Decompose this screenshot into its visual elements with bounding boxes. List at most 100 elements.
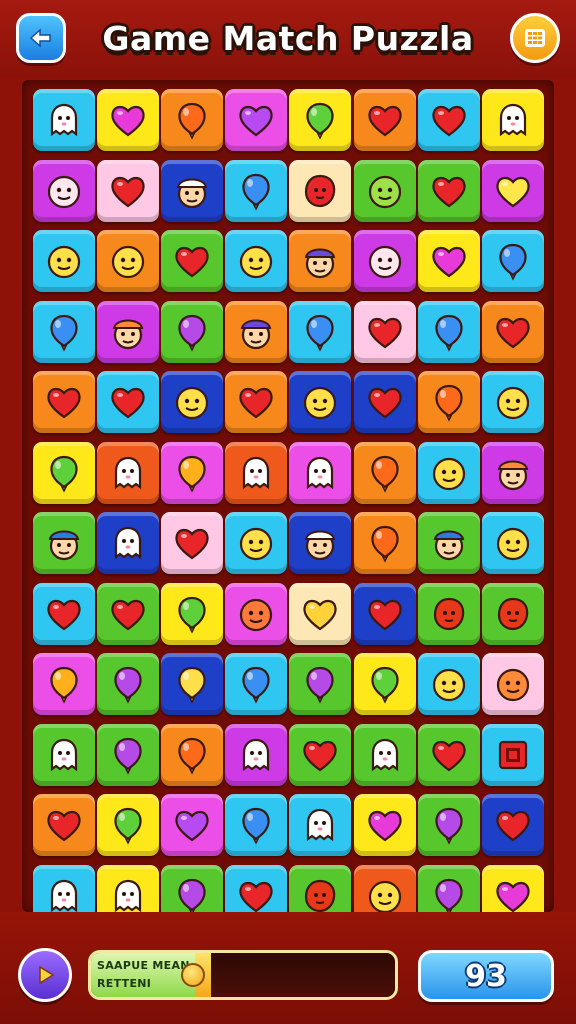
tile-balloon[interactable] xyxy=(225,794,288,856)
tile-balloon[interactable] xyxy=(33,653,95,715)
face-icon xyxy=(491,380,535,424)
tile-face[interactable] xyxy=(33,230,95,292)
tile-balloon[interactable] xyxy=(97,653,160,715)
tile-balloon[interactable] xyxy=(353,441,416,504)
tile-face[interactable] xyxy=(289,371,352,433)
tile-heart[interactable] xyxy=(481,794,544,856)
tile-ghost[interactable] xyxy=(289,441,352,504)
tile-heart[interactable] xyxy=(97,159,160,222)
tile-heart[interactable] xyxy=(353,582,416,645)
tile-heart[interactable] xyxy=(161,794,224,856)
tile-heart[interactable] xyxy=(353,794,416,856)
tile-face[interactable] xyxy=(33,159,95,222)
tile-heart[interactable] xyxy=(225,89,288,151)
tile-heart[interactable] xyxy=(289,723,352,786)
menu-button[interactable] xyxy=(510,13,560,63)
play-button[interactable] xyxy=(18,948,72,1002)
tile-ghost[interactable] xyxy=(97,441,160,504)
tile-face[interactable] xyxy=(161,371,224,433)
balloon-icon xyxy=(363,662,407,706)
tile-ghost[interactable] xyxy=(353,723,416,786)
tile-balloon[interactable] xyxy=(289,653,352,715)
tile-heart[interactable] xyxy=(289,582,352,645)
tile-heart[interactable] xyxy=(353,371,416,433)
tile-balloon[interactable] xyxy=(33,300,95,363)
tile-balloon[interactable] xyxy=(97,723,160,786)
tile-heart[interactable] xyxy=(353,300,416,363)
tile-ghost[interactable] xyxy=(225,723,288,786)
score-box: 93 xyxy=(418,950,554,1002)
tile-balloon[interactable] xyxy=(353,653,416,715)
tile-balloon[interactable] xyxy=(417,371,480,433)
tile-heart[interactable] xyxy=(481,300,544,363)
tile-character[interactable] xyxy=(97,300,160,363)
tile-character[interactable] xyxy=(481,441,544,504)
tile-face[interactable] xyxy=(417,653,480,715)
tile-balloon[interactable] xyxy=(97,794,160,856)
tile-character[interactable] xyxy=(289,512,352,574)
tile-blob[interactable] xyxy=(289,159,352,222)
tile-heart[interactable] xyxy=(97,582,160,645)
tile-face[interactable] xyxy=(353,159,416,222)
tile-heart[interactable] xyxy=(33,794,95,856)
tile-balloon[interactable] xyxy=(417,300,480,363)
tile-ghost[interactable] xyxy=(289,794,352,856)
tile-heart[interactable] xyxy=(353,89,416,151)
tile-face[interactable] xyxy=(225,512,288,574)
tile-ghost[interactable] xyxy=(97,512,160,574)
score-value: 93 xyxy=(465,958,507,994)
tile-heart[interactable] xyxy=(33,582,95,645)
tile-face[interactable] xyxy=(481,371,544,433)
tile-character[interactable] xyxy=(289,230,352,292)
tile-ghost[interactable] xyxy=(225,441,288,504)
tile-heart[interactable] xyxy=(161,230,224,292)
tile-heart[interactable] xyxy=(417,723,480,786)
balloon-icon xyxy=(170,310,214,354)
tile-balloon[interactable] xyxy=(161,300,224,363)
tile-box[interactable] xyxy=(481,723,544,786)
tile-ghost[interactable] xyxy=(481,89,544,151)
tile-balloon[interactable] xyxy=(161,723,224,786)
tile-face[interactable] xyxy=(97,230,160,292)
tile-heart[interactable] xyxy=(417,159,480,222)
tile-face[interactable] xyxy=(225,582,288,645)
tile-heart[interactable] xyxy=(97,89,160,151)
game-title: Game Match Puzzla xyxy=(102,18,474,58)
tile-balloon[interactable] xyxy=(161,582,224,645)
tile-character[interactable] xyxy=(225,300,288,363)
tile-ghost[interactable] xyxy=(33,723,95,786)
tile-character[interactable] xyxy=(161,159,224,222)
tile-heart[interactable] xyxy=(97,371,160,433)
tile-balloon[interactable] xyxy=(225,159,288,222)
tile-character[interactable] xyxy=(417,512,480,574)
tile-heart[interactable] xyxy=(417,89,480,151)
tile-character[interactable] xyxy=(33,512,95,574)
tile-face[interactable] xyxy=(481,512,544,574)
tile-balloon[interactable] xyxy=(161,653,224,715)
tile-heart[interactable] xyxy=(481,159,544,222)
tile-balloon[interactable] xyxy=(353,512,416,574)
balloon-icon xyxy=(427,310,471,354)
tile-blob[interactable] xyxy=(481,582,544,645)
tile-face[interactable] xyxy=(353,230,416,292)
tile-balloon[interactable] xyxy=(481,230,544,292)
tile-balloon[interactable] xyxy=(417,794,480,856)
tile-heart[interactable] xyxy=(417,230,480,292)
tile-ghost[interactable] xyxy=(33,89,95,151)
tile-balloon[interactable] xyxy=(33,441,95,504)
blob-icon xyxy=(298,874,342,918)
tile-balloon[interactable] xyxy=(161,89,224,151)
tile-face[interactable] xyxy=(225,230,288,292)
tile-heart[interactable] xyxy=(33,371,95,433)
back-button[interactable] xyxy=(16,13,66,63)
tile-balloon[interactable] xyxy=(161,441,224,504)
tile-heart[interactable] xyxy=(161,512,224,574)
tile-heart[interactable] xyxy=(225,371,288,433)
tile-face[interactable] xyxy=(417,441,480,504)
tile-balloon[interactable] xyxy=(289,89,352,151)
tile-balloon[interactable] xyxy=(225,653,288,715)
game-board xyxy=(22,80,554,927)
tile-balloon[interactable] xyxy=(289,300,352,363)
tile-face[interactable] xyxy=(481,653,544,715)
tile-blob[interactable] xyxy=(417,582,480,645)
